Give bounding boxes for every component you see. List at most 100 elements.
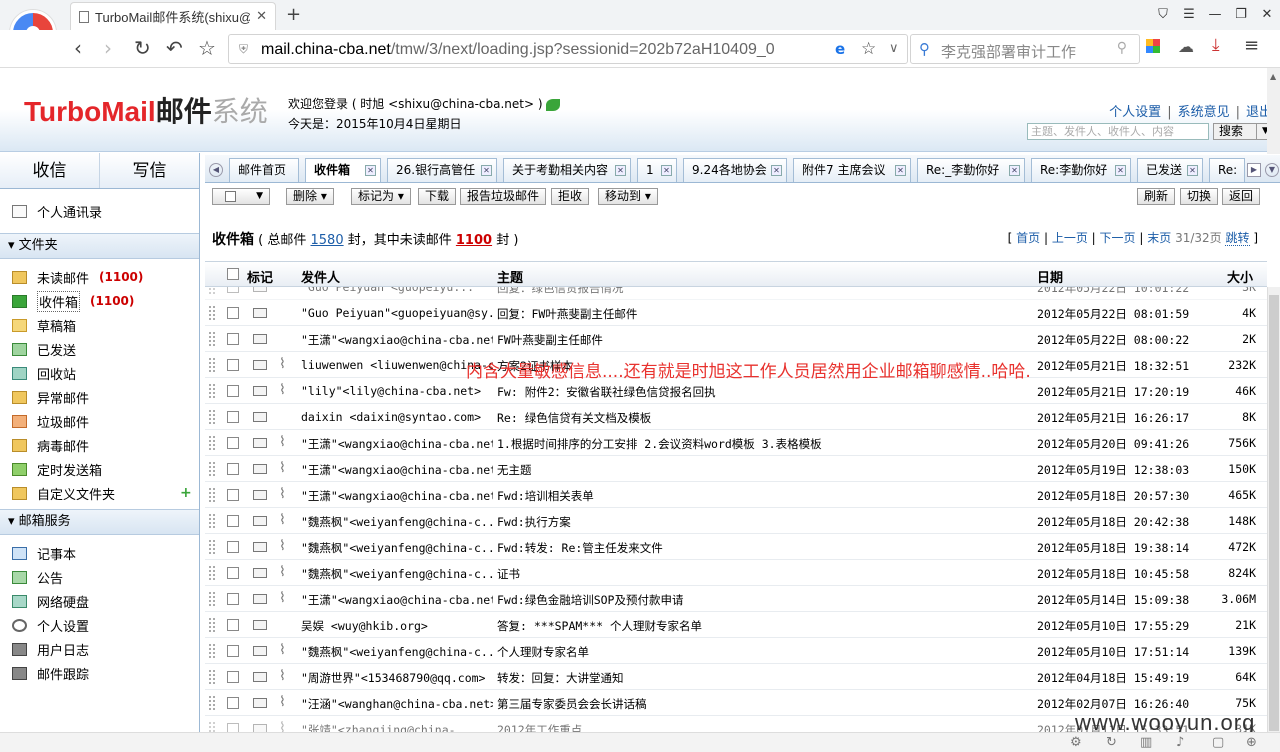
back-button[interactable]: 返回: [1222, 188, 1261, 205]
mail-from[interactable]: "魏燕枫"<weiyanfeng@china-c...: [301, 514, 493, 530]
tab-mail-2[interactable]: 关于考勤相关内容 ✕: [503, 158, 631, 182]
mail-subject[interactable]: Fwd:培训相关表单: [497, 488, 1033, 504]
mail-subject[interactable]: Fwd:执行方案: [497, 514, 1033, 530]
sidebar-item-contacts[interactable]: 个人通讯录: [0, 189, 199, 233]
report-spam-button[interactable]: 报告垃圾邮件: [460, 188, 547, 205]
tab-close-icon[interactable]: ✕: [481, 165, 492, 176]
mail-subject[interactable]: 证书: [497, 566, 1033, 582]
tab-sent[interactable]: 已发送 ✕: [1137, 158, 1203, 182]
select-all-checkbox[interactable]: [227, 268, 239, 280]
sidebar-item-settings[interactable]: 个人设置: [0, 613, 199, 637]
url-text[interactable]: mail.china-cba.net/tmw/3/next/loading.js…: [261, 41, 775, 59]
mail-from[interactable]: "魏燕枫"<weiyanfeng@china-c...: [301, 566, 493, 582]
row-checkbox[interactable]: [227, 333, 239, 345]
refresh-status-icon[interactable]: ↻: [1106, 735, 1117, 750]
mail-from[interactable]: "Guo Peiyuan"<guopeiyu...: [301, 287, 493, 294]
table-row[interactable]: ⌇ "魏燕枫"<weiyanfeng@china-c... Fwd:转发: Re:管…: [205, 534, 1267, 560]
tab-close-icon[interactable]: ✕: [771, 165, 782, 176]
mail-subject[interactable]: 1.根据时间排序的分工安排 2.会议资料word模板 3.表格模板: [497, 436, 1033, 452]
receive-button[interactable]: 收信: [0, 153, 100, 188]
menu-icon[interactable]: ☰: [1176, 0, 1202, 30]
mail-from[interactable]: "汪涵"<wanghan@china-cba.net>: [301, 696, 493, 712]
sidebar-item-inbox[interactable]: 收件箱 (1100): [0, 289, 199, 313]
skin-icon[interactable]: ⛉: [1150, 0, 1176, 30]
drag-handle-icon[interactable]: [209, 592, 215, 606]
table-row[interactable]: ⌇ "周游世界"<153468790@qq.com> 转发：回复：大讲堂通知 2012…: [205, 664, 1267, 690]
drag-handle-icon[interactable]: [209, 332, 215, 346]
tab-mail-8[interactable]: Re:: [1209, 158, 1245, 182]
apps-icon[interactable]: [1146, 39, 1160, 53]
tab-close-icon[interactable]: ✕: [256, 9, 267, 24]
tab-mail-1[interactable]: 26.银行高管任 ✕: [387, 158, 497, 182]
drag-handle-icon[interactable]: [209, 488, 215, 502]
table-row[interactable]: ⌇ "魏燕枫"<weiyanfeng@china-c... 证书 2012年05月18…: [205, 560, 1267, 586]
total-count[interactable]: 1580: [311, 233, 344, 248]
feedback-link[interactable]: 系统意见: [1178, 105, 1230, 120]
sidebar-item-netdisk[interactable]: 网络硬盘: [0, 589, 199, 613]
browser-tab[interactable]: TurboMail邮件系统(shixu@ ✕: [70, 2, 276, 30]
mail-subject[interactable]: Re: 绿色信贷有关文档及模板: [497, 410, 1033, 426]
drag-handle-icon[interactable]: [209, 514, 215, 528]
col-mark[interactable]: 标记: [247, 267, 273, 286]
cloud-icon[interactable]: ☁: [1178, 37, 1194, 56]
bookmark-star-icon[interactable]: ☆: [861, 39, 876, 59]
table-row[interactable]: ⌇ "王潇"<wangxiao@china-cba.net> Fwd:绿色金融培训S…: [205, 586, 1267, 612]
table-row[interactable]: "Guo Peiyuan"<guopeiyu... 回复：绿色信贷报告情况 2012…: [205, 287, 1267, 300]
mail-from[interactable]: "魏燕枫"<weiyanfeng@china-c...: [301, 540, 493, 556]
sidebar-item-virus[interactable]: 病毒邮件: [0, 433, 199, 457]
sidebar-item-notepad[interactable]: 记事本: [0, 541, 199, 565]
select-all-dropdown[interactable]: ▼: [212, 188, 270, 205]
sidebar-item-spam[interactable]: 垃圾邮件: [0, 409, 199, 433]
row-checkbox[interactable]: [227, 567, 239, 579]
drag-handle-icon[interactable]: [209, 540, 215, 554]
drag-handle-icon[interactable]: [209, 384, 215, 398]
personal-settings-link[interactable]: 个人设置: [1109, 105, 1161, 120]
mail-subject[interactable]: 回复：FW叶燕斐副主任邮件: [497, 306, 1033, 322]
table-row[interactable]: "王潇"<wangxiao@china-cba.net> FW叶燕斐副主任邮件 20…: [205, 326, 1267, 352]
tab-close-icon[interactable]: ✕: [661, 165, 672, 176]
mark-as-button[interactable]: 标记为 ▾: [351, 188, 411, 205]
reject-button[interactable]: 拒收: [551, 188, 590, 205]
address-bar[interactable]: ⛨ mail.china-cba.net/tmw/3/next/loading.…: [228, 34, 908, 64]
tab-mail-5[interactable]: 附件7 主席会议 ✕: [793, 158, 911, 182]
browser-search-box[interactable]: ⚲ 李克强部署审计工作 ⚲: [910, 34, 1140, 64]
window-status-icon[interactable]: ▢: [1212, 735, 1224, 750]
row-checkbox[interactable]: [227, 287, 239, 293]
mail-from[interactable]: "Guo Peiyuan"<guopeiyuan@sy...: [301, 306, 493, 320]
tab-close-icon[interactable]: ✕: [895, 165, 906, 176]
back-icon[interactable]: ‹: [74, 36, 82, 60]
tab-mail-4[interactable]: 9.24各地协会 ✕: [683, 158, 787, 182]
services-section-header[interactable]: ▾ 邮箱服务: [0, 509, 199, 535]
trash-status-icon[interactable]: ▥: [1140, 735, 1152, 750]
mail-subject[interactable]: 2012年工作重点: [497, 722, 1033, 732]
row-checkbox[interactable]: [227, 515, 239, 527]
sidebar-item-announcement[interactable]: 公告: [0, 565, 199, 589]
mail-from[interactable]: "王潇"<wangxiao@china-cba.net>: [301, 488, 493, 504]
goto-page-link[interactable]: 跳转: [1225, 231, 1250, 246]
browser-menu-icon[interactable]: ≡: [1244, 35, 1259, 56]
volume-icon[interactable]: ♪: [1176, 735, 1184, 750]
col-size[interactable]: 大小: [1227, 267, 1253, 286]
sidebar-item-unread[interactable]: 未读邮件 (1100): [0, 265, 199, 289]
drag-handle-icon[interactable]: [209, 462, 215, 476]
folders-section-header[interactable]: ▾ 文件夹: [0, 233, 199, 259]
scroll-thumb[interactable]: [1269, 295, 1279, 731]
sidebar-item-custom[interactable]: 自定义文件夹 +: [0, 481, 199, 505]
mail-subject[interactable]: 回复：绿色信贷报告情况: [497, 287, 1033, 296]
tab-home[interactable]: 邮件首页: [229, 158, 299, 182]
table-row[interactable]: ⌇ "王潇"<wangxiao@china-cba.net> 1.根据时间排序的分工…: [205, 430, 1267, 456]
mail-search-input[interactable]: 主题、发件人、收件人、内容: [1027, 123, 1209, 140]
table-row[interactable]: "Guo Peiyuan"<guopeiyuan@sy... 回复：FW叶燕斐副主…: [205, 300, 1267, 326]
sidebar-item-sent[interactable]: 已发送: [0, 337, 199, 361]
next-page-link[interactable]: 下一页: [1100, 231, 1136, 245]
drag-handle-icon[interactable]: [209, 644, 215, 658]
sidebar-item-mail-tracking[interactable]: 邮件跟踪: [0, 661, 199, 685]
sidebar-item-trash[interactable]: 回收站: [0, 361, 199, 385]
page-scrollbar[interactable]: ▲: [1267, 68, 1280, 154]
drag-handle-icon[interactable]: [209, 287, 215, 294]
mail-subject[interactable]: Fwd:绿色金融培训SOP及预付款申请: [497, 592, 1033, 608]
row-checkbox[interactable]: [227, 619, 239, 631]
forward-icon[interactable]: ›: [104, 36, 112, 60]
table-row[interactable]: ⌇ "魏燕枫"<weiyanfeng@china-c... Fwd:执行方案 2012…: [205, 508, 1267, 534]
tab-close-icon[interactable]: ✕: [1009, 165, 1020, 176]
